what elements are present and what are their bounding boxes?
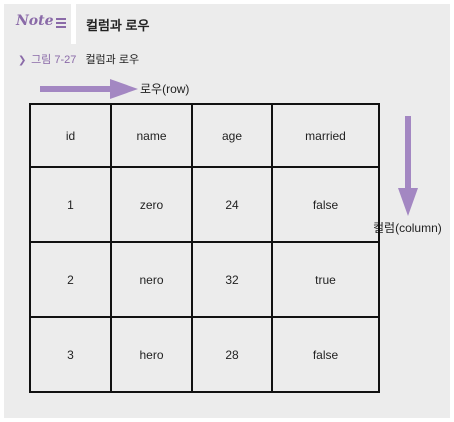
header-cell-married: married <box>271 103 380 168</box>
header-cell-id: id <box>29 103 112 168</box>
menu-lines-icon <box>56 18 66 30</box>
cell-name: nero <box>110 241 193 318</box>
cell-id: 2 <box>29 241 112 318</box>
cell-id: 1 <box>29 166 112 243</box>
table-row: 1 zero 24 false <box>29 166 380 243</box>
cell-age: 28 <box>191 316 273 393</box>
cell-name: zero <box>110 166 193 243</box>
header-cell-age: age <box>191 103 273 168</box>
cell-name: hero <box>110 316 193 393</box>
note-header: Note 컬럼과 로우 <box>4 4 450 44</box>
cell-age: 32 <box>191 241 273 318</box>
cell-married: true <box>271 241 380 318</box>
data-table: id name age married 1 zero 24 false 2 ne… <box>29 103 380 393</box>
column-label: 컬럼(column) <box>373 221 442 235</box>
table-row: 3 hero 28 false <box>29 316 380 393</box>
chevron-down-icon: ❯ <box>18 55 27 66</box>
table-header-row: id name age married <box>29 103 380 168</box>
cell-age: 24 <box>191 166 273 243</box>
cell-married: false <box>271 166 380 243</box>
header-cell-name: name <box>110 103 193 168</box>
figure-number: 그림 7-27 <box>31 54 77 66</box>
figure-caption: ❯ 그림 7-27 컬럼과 로우 <box>18 51 139 67</box>
header-divider <box>71 4 76 44</box>
column-arrow-icon <box>398 116 418 216</box>
cell-married: false <box>271 316 380 393</box>
cell-id: 3 <box>29 316 112 393</box>
note-title: 컬럼과 로우 <box>86 18 150 33</box>
row-arrow-icon <box>40 79 138 99</box>
row-label: 로우(row) <box>140 82 190 96</box>
note-logo: Note <box>16 13 54 29</box>
table-row: 2 nero 32 true <box>29 241 380 318</box>
figure-title: 컬럼과 로우 <box>85 54 140 66</box>
